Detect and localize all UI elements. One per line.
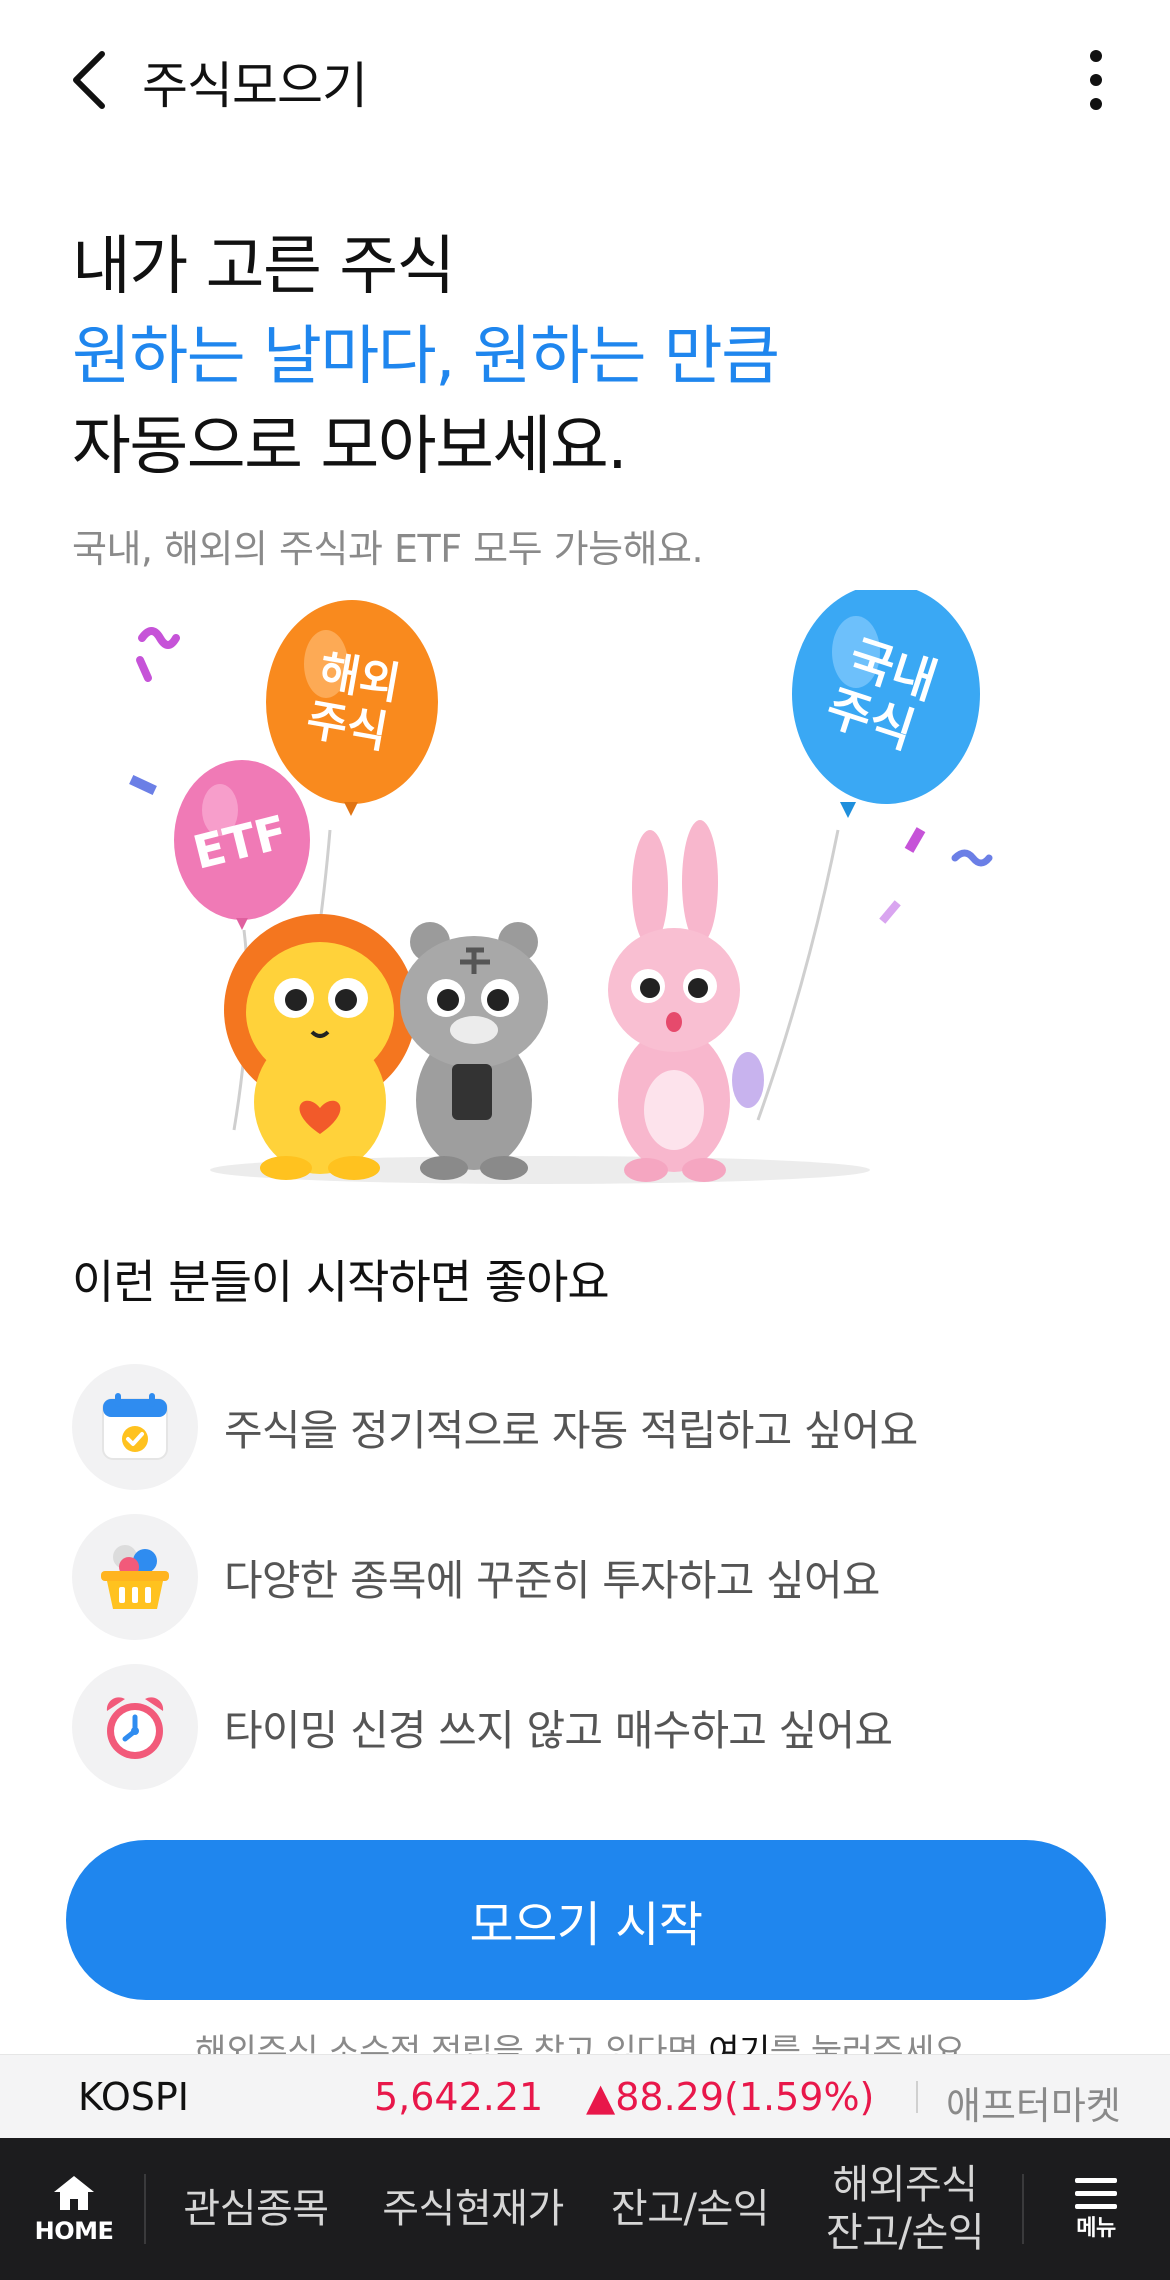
lion-mascot — [224, 914, 416, 1180]
back-button[interactable] — [62, 40, 122, 120]
alarm-clock-icon — [72, 1664, 198, 1790]
divider — [144, 2174, 146, 2244]
section-title: 이런 분들이 시작하면 좋아요 — [72, 1255, 610, 1309]
nav-balance[interactable]: 잔고/손익 — [598, 2138, 782, 2280]
app-header: 주식모으기 — [0, 0, 1170, 160]
shopping-basket-icon — [72, 1514, 198, 1640]
benefit-text: 주식을 정기적으로 자동 적립하고 싶어요 — [224, 1405, 918, 1455]
confetti — [138, 627, 180, 649]
balloon-domestic: 국내 주식 — [792, 584, 980, 818]
notice-prefix: 해외주식 소수점 적립을 찾고 있다면 — [194, 2032, 709, 2054]
chevron-left-icon — [73, 51, 105, 109]
home-icon — [54, 2176, 94, 2210]
confetti — [904, 827, 926, 853]
nav-current-price[interactable]: 주식현재가 — [370, 2138, 576, 2280]
balloon-string — [756, 829, 840, 1121]
nav-overseas-label-1: 해외주식 — [832, 2162, 978, 2208]
nav-menu[interactable]: 메뉴 — [1060, 2138, 1132, 2280]
ticker-price: 5,642.21 — [374, 2075, 544, 2119]
hero-illustration: ETF 해외 주식 국내 주식 — [100, 584, 1030, 1190]
list-item: 다양한 종목에 꾸준히 투자하고 싶어요 — [72, 1502, 1072, 1652]
rabbit-mascot — [608, 820, 764, 1182]
start-saving-button[interactable]: 모으기 시작 — [66, 1840, 1106, 2000]
list-item: 타이밍 신경 쓰지 않고 매수하고 싶어요 — [72, 1652, 1072, 1802]
confetti — [879, 900, 901, 924]
ticker-change: ▲88.29(1.59%) — [586, 2075, 875, 2119]
benefit-text: 다양한 종목에 꾸준히 투자하고 싶어요 — [224, 1555, 880, 1605]
nav-overseas-label-2: 잔고/손익 — [825, 2210, 985, 2256]
divider — [916, 2081, 918, 2113]
mascot-balloons-illustration: ETF 해외 주식 국내 주식 — [129, 584, 993, 1184]
hero-subtitle: 국내, 해외의 주식과 ETF 모두 가능해요. — [72, 527, 704, 571]
nav-home[interactable]: HOME — [28, 2138, 120, 2280]
nav-menu-label: 메뉴 — [1076, 2216, 1116, 2241]
confetti — [136, 656, 152, 682]
ticker-market-session: 애프터마켓 — [946, 2084, 1121, 2128]
calendar-check-icon — [72, 1364, 198, 1490]
hero-line-2: 원하는 날마다, 원하는 만큼 — [72, 320, 780, 394]
confetti — [951, 849, 993, 867]
hero-line-3: 자동으로 모아보세요. — [72, 410, 628, 484]
bottom-nav: HOME 관심종목 주식현재가 잔고/손익 해외주식 잔고/손익 메뉴 — [0, 2138, 1170, 2280]
ticker-index-name: KOSPI — [78, 2075, 189, 2119]
divider — [1022, 2174, 1024, 2244]
more-vertical-icon — [1090, 50, 1102, 110]
benefit-text: 타이밍 신경 쓰지 않고 매수하고 싶어요 — [224, 1705, 893, 1755]
notice-link[interactable]: 여기 — [708, 2032, 770, 2054]
balloon-etf: ETF — [174, 760, 310, 930]
index-ticker[interactable]: KOSPI 5,642.21 ▲88.29(1.59%) 애프터마켓 — [0, 2054, 1170, 2138]
nav-watchlist[interactable]: 관심종목 — [166, 2138, 346, 2280]
fractional-notice: 해외주식 소수점 적립을 찾고 있다면 여기를 눌러주세요. — [0, 2024, 1170, 2054]
hero-line-1: 내가 고른 주식 — [72, 230, 455, 304]
balloon-overseas: 해외 주식 — [266, 600, 438, 816]
page-title: 주식모으기 — [142, 57, 368, 115]
hamburger-menu-icon — [1075, 2178, 1117, 2209]
tiger-mascot — [400, 922, 548, 1180]
more-options-button[interactable] — [1066, 40, 1126, 120]
nav-overseas-balance[interactable]: 해외주식 잔고/손익 — [810, 2138, 1000, 2280]
benefit-list: 주식을 정기적으로 자동 적립하고 싶어요 다양한 종목에 꾸준히 투자하고 싶… — [72, 1352, 1072, 1802]
confetti — [129, 774, 157, 796]
nav-home-label: HOME — [34, 2217, 114, 2245]
notice-suffix: 를 눌러주세요. — [769, 2032, 976, 2054]
hero-headline: 내가 고른 주식 원하는 날마다, 원하는 만큼 자동으로 모아보세요. — [72, 222, 780, 492]
list-item: 주식을 정기적으로 자동 적립하고 싶어요 — [72, 1352, 1072, 1502]
